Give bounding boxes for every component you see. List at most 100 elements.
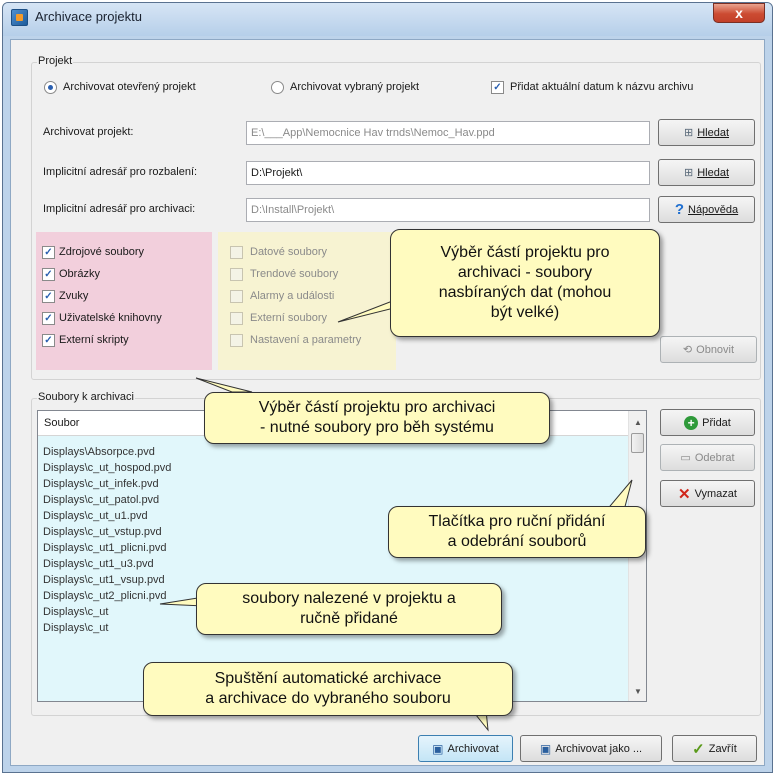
archive-dir-field[interactable]: D:\Install\Projekt\ [246, 198, 650, 222]
radio-archive-selected[interactable] [271, 81, 284, 94]
archive-label: Archivovat [447, 742, 499, 755]
checkbox-source-files[interactable]: ✓ [42, 246, 55, 259]
required-part-label[interactable]: Uživatelské knihovny [59, 312, 162, 324]
required-part-label[interactable]: Zdrojové soubory [59, 246, 144, 258]
archive-project-label: Archivovat projekt: [43, 126, 134, 138]
browse-extract-dir-button[interactable]: ⊞ Hledat [658, 159, 755, 186]
checkbox-external-files[interactable] [230, 312, 243, 325]
callout-line: nasbíraných dat (mohou [438, 284, 612, 301]
window-title: Archivace projektu [35, 9, 142, 24]
callout-line: Výběr částí projektu pro archivaci [258, 399, 496, 416]
close-label: Zavřít [708, 742, 737, 755]
close-button[interactable]: ✓ Zavřít [672, 735, 757, 762]
checkbox-add-date[interactable]: ✓ [491, 81, 504, 94]
checkmark-icon: ✓ [692, 740, 705, 758]
callout-line: Spuštění automatické archivace [214, 670, 442, 687]
list-item[interactable]: Displays\c_ut1_plicni.pvd [43, 540, 171, 556]
scroll-up-icon[interactable]: ▲ [634, 418, 642, 427]
delete-label: Vymazat [694, 487, 737, 500]
callout-line: Tlačítka pro ruční přidání [428, 513, 606, 530]
checkbox-add-date-label[interactable]: Přidat aktuální datum k názvu archivu [510, 81, 693, 93]
add-file-button[interactable]: + Přidat [660, 409, 755, 436]
callout-line: a archivace do vybraného souboru [205, 690, 451, 707]
list-item[interactable]: Displays\c_ut_patol.pvd [43, 492, 171, 508]
checkbox-user-libraries[interactable]: ✓ [42, 312, 55, 325]
list-item[interactable]: Displays\Absorpce.pvd [43, 444, 171, 460]
optional-part-label[interactable]: Externí soubory [250, 312, 327, 324]
add-file-label: Přidat [702, 416, 731, 429]
browse-project-label: Hledat [697, 126, 729, 139]
list-item[interactable]: Displays\c_ut_vstup.pvd [43, 524, 171, 540]
callout-line: a odebrání souborů [447, 533, 587, 550]
scroll-down-icon[interactable]: ▼ [634, 687, 642, 696]
delete-x-icon: ✕ [678, 485, 691, 503]
minus-icon: ▭ [680, 452, 691, 464]
column-header-file[interactable]: Soubor [44, 417, 79, 429]
close-window-button[interactable]: x [713, 3, 765, 23]
required-part-label[interactable]: Externí skripty [59, 334, 129, 346]
archive-icon: ▣ [432, 741, 444, 756]
refresh-button[interactable]: ⟲ Obnovit [660, 336, 757, 363]
browse-icon: ⊞ [683, 127, 694, 139]
delete-button[interactable]: ✕ Vymazat [660, 480, 755, 507]
callout-required-parts: Výběr částí projektu pro archivaci - nut… [204, 392, 550, 444]
help-button[interactable]: ? Nápověda [658, 196, 755, 223]
extract-dir-field[interactable]: D:\Projekt\ [246, 161, 650, 185]
checkbox-data-files[interactable] [230, 246, 243, 259]
archive-as-icon: ▣ [539, 741, 552, 756]
callout-line: ručně přidané [300, 610, 398, 627]
callout-optional-parts: Výběr částí projektu pro archivaci - sou… [390, 229, 660, 337]
checkbox-images[interactable]: ✓ [42, 268, 55, 281]
checkbox-alarms-events[interactable] [230, 290, 243, 303]
list-item[interactable]: Displays\c_ut2_plicni.pvd [43, 588, 171, 604]
help-label: Nápověda [688, 203, 739, 216]
archive-as-button[interactable]: ▣ Archivovat jako ... [520, 735, 662, 762]
projekt-group-label: Projekt [37, 55, 74, 67]
list-item[interactable]: Displays\c_ut_u1.pvd [43, 508, 171, 524]
extract-dir-label: Implicitní adresář pro rozbalení: [43, 166, 198, 178]
archive-project-field[interactable]: E:\___App\Nemocnice Hav trnds\Nemoc_Hav.… [246, 121, 650, 145]
callout-line: soubory nalezené v projektu a [242, 590, 456, 607]
app-icon [11, 9, 28, 26]
files-list-rows: Displays\Absorpce.pvd Displays\c_ut_hosp… [43, 444, 171, 636]
radio-archive-open-label[interactable]: Archivovat otevřený projekt [63, 81, 196, 93]
scroll-thumb[interactable] [631, 433, 644, 453]
archive-button[interactable]: ▣ Archivovat [418, 735, 513, 762]
radio-archive-selected-label[interactable]: Archivovat vybraný projekt [290, 81, 419, 93]
refresh-icon: ⟲ [682, 344, 693, 356]
callout-archive: Spuštění automatické archivace a archiva… [143, 662, 513, 716]
remove-file-label: Odebrat [694, 451, 735, 464]
browse-extract-dir-label: Hledat [697, 166, 729, 179]
optional-part-label[interactable]: Nastavení a parametry [250, 334, 361, 346]
optional-part-label[interactable]: Alarmy a události [250, 290, 334, 302]
archive-as-label: Archivovat jako ... [555, 742, 643, 755]
files-group-label: Soubory k archivaci [37, 391, 135, 403]
remove-file-button[interactable]: ▭ Odebrat [660, 444, 755, 471]
optional-part-label[interactable]: Trendové soubory [250, 268, 338, 280]
list-item[interactable]: Displays\c_ut [43, 604, 171, 620]
checkbox-sounds[interactable]: ✓ [42, 290, 55, 303]
callout-line: archivaci - soubory [457, 264, 593, 281]
refresh-label: Obnovit [696, 343, 735, 356]
callout-line: - nutné soubory pro běh systému [260, 419, 494, 436]
list-item[interactable]: Displays\c_ut_infek.pvd [43, 476, 171, 492]
checkbox-trend-files[interactable] [230, 268, 243, 281]
callout-line: Výběr částí projektu pro [440, 244, 610, 261]
archive-dir-label: Implicitní adresář pro archivaci: [43, 203, 196, 215]
required-part-label[interactable]: Obrázky [59, 268, 100, 280]
help-icon: ? [674, 201, 684, 218]
browse-icon: ⊞ [683, 167, 694, 179]
optional-part-label[interactable]: Datové soubory [250, 246, 327, 258]
radio-archive-open[interactable] [44, 81, 57, 94]
callout-line: být velké) [490, 304, 560, 321]
list-item[interactable]: Displays\c_ut [43, 620, 171, 636]
list-item[interactable]: Displays\c_ut1_u3.pvd [43, 556, 171, 572]
required-part-label[interactable]: Zvuky [59, 290, 88, 302]
plus-icon: + [684, 415, 699, 430]
checkbox-settings-parameters[interactable] [230, 334, 243, 347]
checkbox-external-scripts[interactable]: ✓ [42, 334, 55, 347]
list-item[interactable]: Displays\c_ut1_vsup.pvd [43, 572, 171, 588]
list-item[interactable]: Displays\c_ut_hospod.pvd [43, 460, 171, 476]
callout-buttons: Tlačítka pro ruční přidání a odebrání so… [388, 506, 646, 558]
browse-project-button[interactable]: ⊞ Hledat [658, 119, 755, 146]
